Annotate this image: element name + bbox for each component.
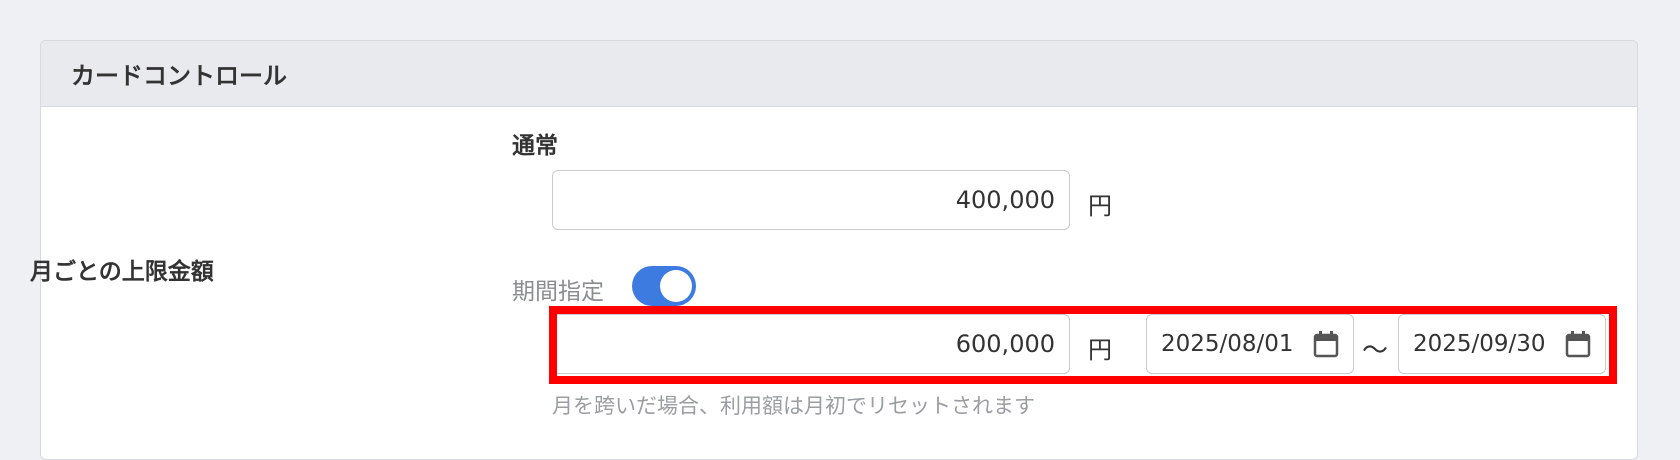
normal-amount-input[interactable]: 400,000	[552, 170, 1070, 230]
period-unit: 円	[1088, 336, 1112, 364]
end-date-input[interactable]: 2025/09/30	[1398, 314, 1606, 374]
start-date-value: 2025/08/01	[1161, 331, 1294, 357]
start-date-input[interactable]: 2025/08/01	[1146, 314, 1354, 374]
normal-amount-value: 400,000	[955, 186, 1055, 214]
period-toggle[interactable]	[632, 266, 696, 306]
card-title: カードコントロール	[71, 62, 287, 90]
normal-unit: 円	[1088, 192, 1112, 220]
period-label: 期間指定	[512, 279, 604, 305]
period-note: 月を跨いだ場合、利用額は月初でリセットされます	[552, 394, 1035, 418]
calendar-icon[interactable]	[1313, 330, 1339, 358]
calendar-icon[interactable]	[1565, 330, 1591, 358]
toggle-knob	[660, 270, 692, 302]
normal-label: 通常	[512, 133, 558, 159]
end-date-value: 2025/09/30	[1413, 331, 1546, 357]
card-header: カードコントロール	[41, 41, 1637, 107]
period-amount-value: 600,000	[955, 330, 1055, 358]
period-amount-input[interactable]: 600,000	[552, 314, 1070, 374]
date-range-separator: 〜	[1362, 336, 1389, 366]
monthly-limit-label: 月ごとの上限金額	[30, 259, 214, 285]
